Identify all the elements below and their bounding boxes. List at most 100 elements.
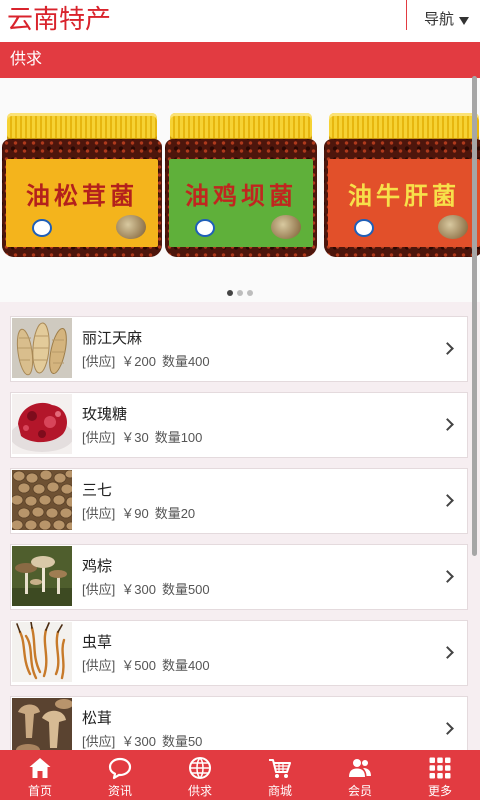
tab-supply[interactable]: 供求 [160, 750, 240, 800]
tab-more[interactable]: 更多 [400, 750, 480, 800]
item-quantity: 数量400 [161, 658, 210, 673]
product-thumbnail [12, 698, 72, 750]
jar-body: 油牛肝菌 [324, 139, 480, 257]
site-title[interactable]: 云南特产 [7, 4, 111, 36]
product-jar: 油松茸菌 [2, 78, 162, 302]
jar-label: 油鸡坝菌 [169, 159, 313, 247]
jar-label: 油牛肝菌 [328, 159, 480, 247]
section-title: 供求 [10, 51, 43, 68]
chevron-right-icon [441, 494, 454, 507]
item-title: 玫瑰糖 [82, 406, 128, 423]
product-thumbnail [12, 470, 72, 530]
item-meta: [供应] ￥200 数量400 [82, 353, 210, 371]
mushroom-image [438, 215, 468, 239]
header-divider [406, 0, 407, 30]
item-price: ￥500 [121, 658, 156, 673]
slider-dot[interactable] [247, 290, 253, 296]
jar-lid [7, 113, 157, 141]
list-item[interactable]: 三七 [供应] ￥90 数量20 [10, 468, 468, 534]
tab-label: 供求 [187, 784, 212, 798]
jar-label: 油松茸菌 [6, 159, 158, 247]
nav-menu-button[interactable]: 导航 [418, 0, 480, 42]
tab-label: 商城 [267, 784, 292, 798]
bottom-tabbar: 首页 资讯 供求 商城 会员 更多 [0, 750, 480, 800]
mushroom-image [116, 215, 146, 239]
chevron-right-icon [441, 722, 454, 735]
item-meta: [供应] ￥300 数量50 [82, 733, 202, 750]
list-item[interactable]: 虫草 [供应] ￥500 数量400 [10, 620, 468, 686]
item-quantity: 数量400 [161, 354, 210, 369]
cart-icon [268, 756, 292, 780]
jar-product-name: 油牛肝菌 [348, 181, 460, 210]
chevron-right-icon [441, 570, 454, 583]
item-quantity: 数量50 [161, 734, 203, 749]
item-type: [供应] [82, 506, 116, 521]
scrollbar[interactable] [472, 76, 477, 556]
item-price: ￥300 [121, 582, 156, 597]
list-item[interactable]: 松茸 [供应] ￥300 数量50 [10, 696, 468, 750]
item-quantity: 数量100 [154, 430, 203, 445]
list-item[interactable]: 鸡棕 [供应] ￥300 数量500 [10, 544, 468, 610]
tab-label: 首页 [27, 784, 52, 798]
chevron-right-icon [441, 342, 454, 355]
chevron-right-icon [441, 418, 454, 431]
item-title: 鸡棕 [82, 558, 113, 575]
slider-dots [0, 290, 480, 296]
quality-seal-icon [195, 219, 215, 237]
tab-label: 更多 [427, 784, 452, 798]
list-item[interactable]: 玫瑰糖 [供应] ￥30 数量100 [10, 392, 468, 458]
jar-lid [170, 113, 312, 141]
product-thumbnail [12, 622, 72, 682]
item-title: 松茸 [82, 710, 113, 727]
quality-seal-icon [354, 219, 374, 237]
product-thumbnail [12, 546, 72, 606]
tab-mall[interactable]: 商城 [240, 750, 320, 800]
home-icon [28, 756, 52, 780]
quality-seal-icon [32, 219, 52, 237]
item-type: [供应] [82, 582, 116, 597]
jar-product-name: 油鸡坝菌 [185, 181, 297, 210]
slider-dot[interactable] [237, 290, 243, 296]
jar-body: 油松茸菌 [2, 139, 162, 257]
tab-member[interactable]: 会员 [320, 750, 400, 800]
item-meta: [供应] ￥30 数量100 [82, 429, 202, 447]
product-jar: 油牛肝菌 [324, 78, 480, 302]
item-price: ￥300 [121, 734, 156, 749]
section-bar: 供求 [0, 42, 480, 78]
globe-icon [188, 756, 212, 780]
tab-news[interactable]: 资讯 [80, 750, 160, 800]
item-quantity: 数量20 [154, 506, 196, 521]
header: 云南特产 导航 [0, 0, 480, 42]
item-type: [供应] [82, 430, 116, 445]
supply-list: 丽江天麻 [供应] ￥200 数量400 玫瑰糖 [供应] ￥30 数量100 [0, 302, 480, 750]
item-meta: [供应] ￥90 数量20 [82, 505, 195, 523]
mushroom-image [271, 215, 301, 239]
product-jar: 油鸡坝菌 [165, 78, 317, 302]
grid-icon [428, 756, 452, 780]
item-type: [供应] [82, 354, 116, 369]
members-icon [348, 756, 372, 780]
banner-carousel[interactable]: 油松茸菌 油鸡坝菌 油牛肝菌 [0, 78, 480, 302]
list-item[interactable]: 丽江天麻 [供应] ￥200 数量400 [10, 316, 468, 382]
item-price: ￥90 [121, 506, 149, 521]
chevron-right-icon [441, 646, 454, 659]
item-title: 虫草 [82, 634, 113, 651]
jar-product-name: 油松茸菌 [26, 181, 138, 210]
product-thumbnail [12, 318, 72, 378]
item-meta: [供应] ￥300 数量500 [82, 581, 210, 599]
caret-down-icon [459, 17, 469, 25]
nav-menu-label: 导航 [424, 11, 455, 28]
item-price: ￥30 [121, 430, 149, 445]
item-type: [供应] [82, 658, 116, 673]
product-thumbnail [12, 394, 72, 454]
jar-lid [329, 113, 479, 141]
item-title: 三七 [82, 482, 113, 499]
slider-dot[interactable] [227, 290, 233, 296]
item-type: [供应] [82, 734, 116, 749]
item-meta: [供应] ￥500 数量400 [82, 657, 210, 675]
jar-body: 油鸡坝菌 [165, 139, 317, 257]
tab-home[interactable]: 首页 [0, 750, 80, 800]
tab-label: 会员 [347, 784, 372, 798]
chat-icon [108, 756, 132, 780]
tab-label: 资讯 [107, 784, 132, 798]
